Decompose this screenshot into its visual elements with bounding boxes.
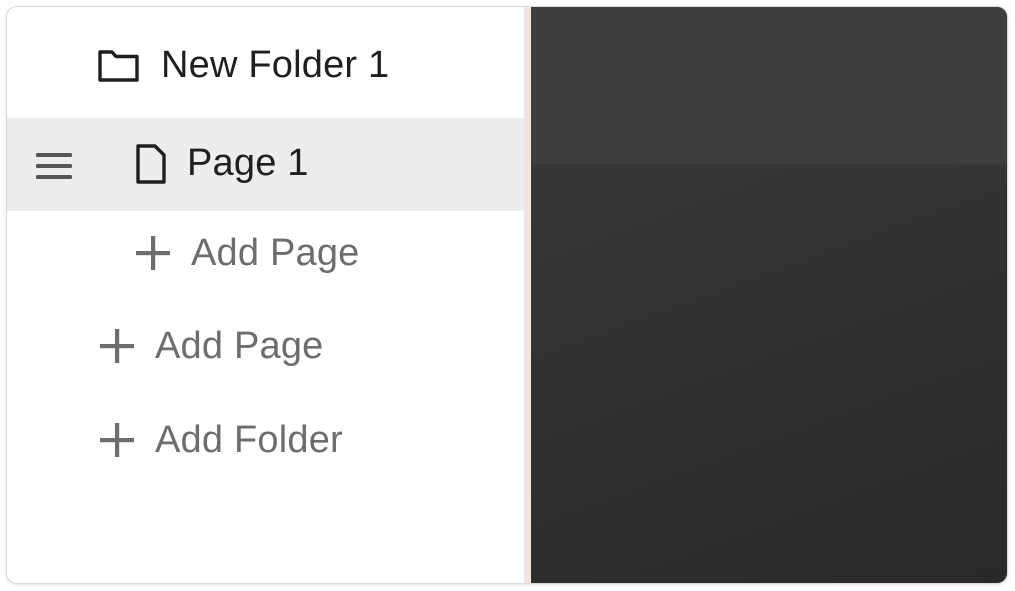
plus-icon xyxy=(135,235,171,271)
drag-handle-icon[interactable] xyxy=(36,150,72,182)
folder-label: New Folder 1 xyxy=(161,43,390,86)
folder-add-page-label: Add Page xyxy=(191,231,360,274)
folder-row[interactable]: New Folder 1 xyxy=(7,29,524,101)
plus-icon xyxy=(99,422,135,458)
page-preview-panel xyxy=(531,7,1007,583)
add-folder-button[interactable]: Add Folder xyxy=(7,404,524,476)
preview-header-band xyxy=(531,7,1007,164)
plus-icon xyxy=(99,328,135,364)
page-icon xyxy=(135,143,167,185)
add-page-label: Add Page xyxy=(155,324,324,367)
panel-divider[interactable] xyxy=(524,7,531,583)
folder-icon xyxy=(97,46,141,84)
add-folder-label: Add Folder xyxy=(155,418,343,461)
preview-header-divider xyxy=(531,164,1007,167)
page-tree-sidebar: New Folder 1 Page 1 Add Page Add Page Ad… xyxy=(7,7,524,583)
folder-add-page-button[interactable]: Add Page xyxy=(7,217,524,289)
page-label: Page 1 xyxy=(187,142,309,184)
add-page-button[interactable]: Add Page xyxy=(7,310,524,382)
app-window: New Folder 1 Page 1 Add Page Add Page Ad… xyxy=(7,7,1007,583)
page-row-selected[interactable]: Page 1 xyxy=(7,118,524,211)
